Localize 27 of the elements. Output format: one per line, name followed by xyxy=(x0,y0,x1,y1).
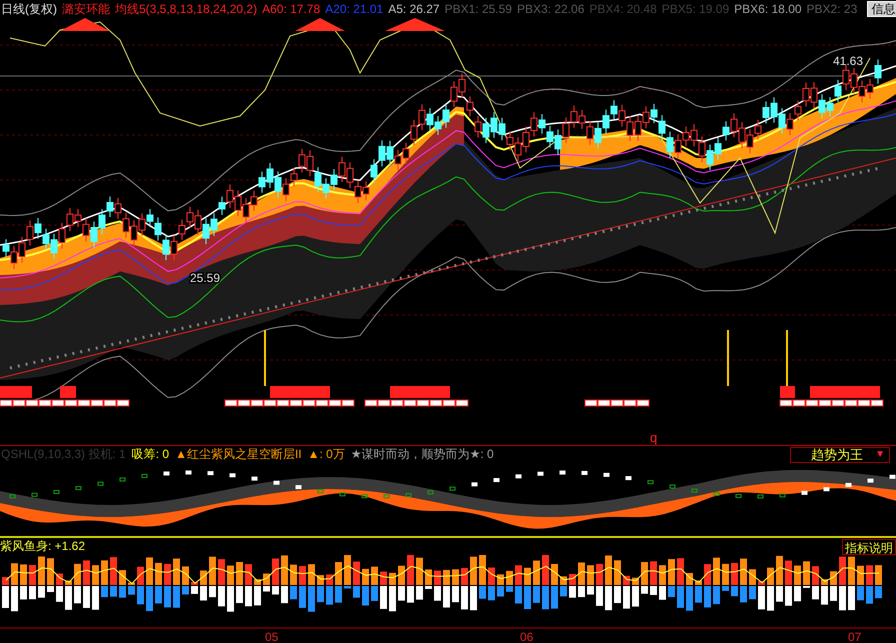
ma-reading: A20: 21.01 xyxy=(325,2,384,16)
indicator-selector[interactable]: 趋势为王 ▼ xyxy=(790,446,890,462)
ma-reading: PBX4: 20.48 xyxy=(589,2,657,16)
ma-reading: PBX2: 23 xyxy=(806,2,858,16)
indicator-params: QSHL(9,10,3,3) 投机: 1 xyxy=(1,446,126,463)
stock-name: 潞安环能 xyxy=(62,0,110,18)
ma-reading: PBX6: 18.00 xyxy=(734,2,802,16)
axis-label: 05 xyxy=(265,630,278,643)
ma-reading: PBX3: 22.06 xyxy=(516,2,584,16)
ma-reading: A60: 17.78 xyxy=(262,2,320,16)
indicator-title: 紫风鱼身: +1.62 xyxy=(0,538,86,555)
indicator-reading: ▲: 0万 xyxy=(308,446,345,463)
indicator-reading: ▲红尘紫风之星空断层II xyxy=(175,446,302,463)
info-button[interactable]: 信息 xyxy=(867,1,896,17)
indicator-reading: 吸筹: 0 xyxy=(132,446,170,463)
price-label: 25.59 xyxy=(190,271,220,285)
price-label: 41.63 xyxy=(833,54,864,68)
indicator-reading: ★谋时而动，顺势而为★: 0 xyxy=(350,446,494,463)
ma-reading: PBX1: 25.59 xyxy=(444,2,512,16)
ma-label: 均线5(3,5,8,13,18,24,20,2) xyxy=(115,0,258,18)
axis-label: 06 xyxy=(520,630,534,643)
ma-reading: PBX5: 19.09 xyxy=(662,2,730,16)
indicator-help-button[interactable]: 指标说明 xyxy=(842,538,896,554)
axis-label: 07 xyxy=(848,630,862,643)
signal-mark: q xyxy=(650,430,658,445)
period-label: 日线(复权) xyxy=(1,0,57,18)
ma-reading: A5: 26.27 xyxy=(388,2,440,16)
